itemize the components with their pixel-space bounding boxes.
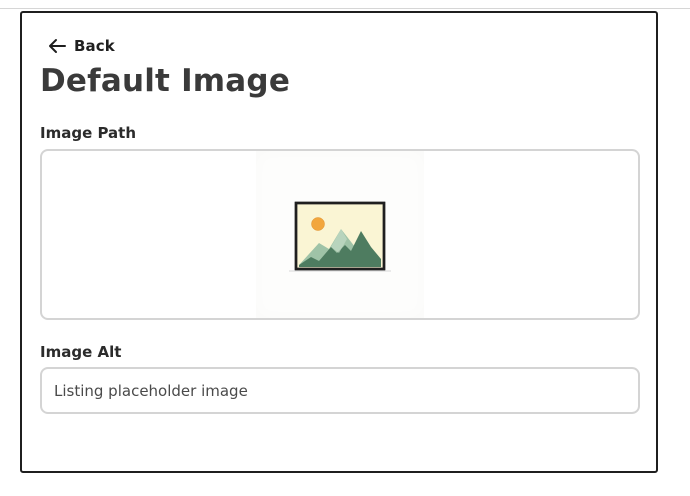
image-path-dropzone[interactable] [40, 149, 640, 320]
back-label: Back [74, 37, 115, 55]
image-path-label: Image Path [40, 124, 137, 142]
image-alt-label: Image Alt [40, 343, 122, 361]
page-title: Default Image [40, 63, 291, 99]
landscape-image-icon [289, 201, 391, 272]
image-alt-input[interactable] [40, 367, 640, 414]
image-settings-panel: Back Default Image Image Path Image Alt [20, 11, 658, 473]
arrow-left-icon [49, 39, 66, 53]
back-button[interactable]: Back [48, 37, 115, 55]
image-preview [256, 151, 424, 318]
top-divider [0, 8, 690, 9]
